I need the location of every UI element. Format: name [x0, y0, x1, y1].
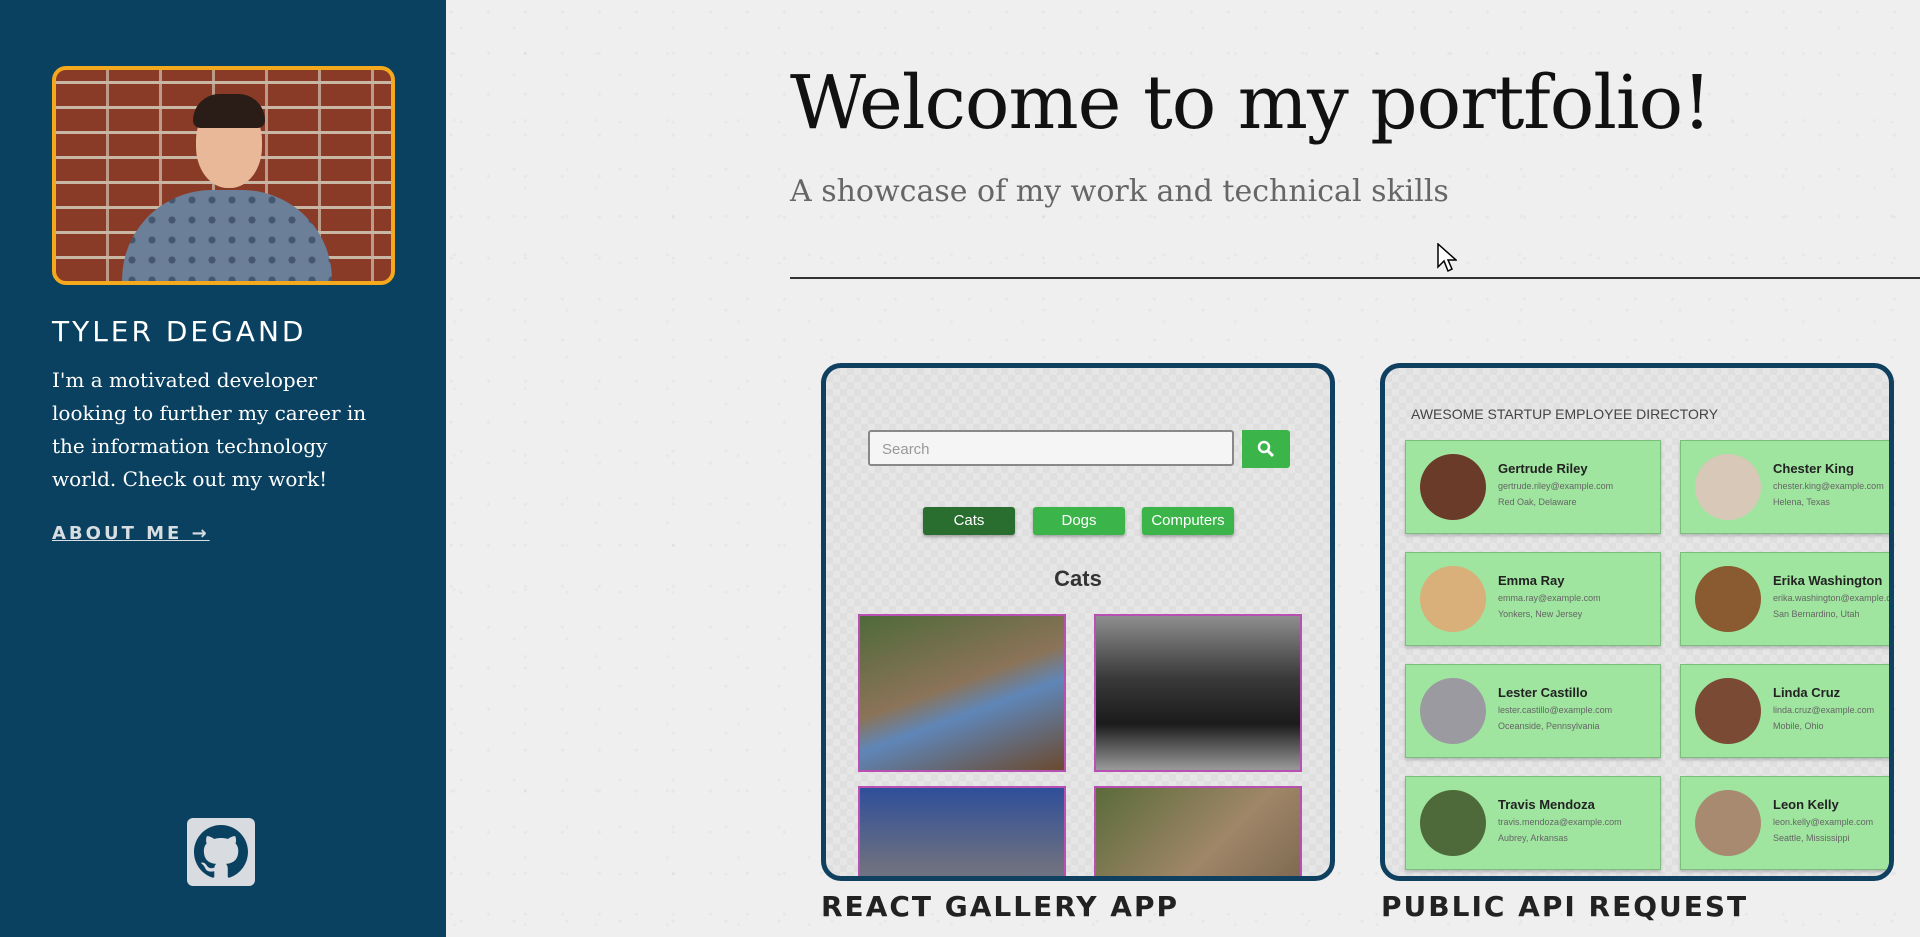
employee-location: Helena, Texas [1773, 497, 1830, 507]
profile-photo [52, 66, 395, 285]
employee-location: Seattle, Mississippi [1773, 833, 1850, 843]
employee-card: Chester King chester.king@example.com He… [1680, 440, 1889, 534]
employee-name: Linda Cruz [1773, 685, 1841, 700]
search-icon [1257, 440, 1275, 458]
mouse-cursor-icon [1437, 243, 1457, 273]
employee-avatar [1420, 566, 1486, 632]
employee-location: San Bernardino, Utah [1773, 609, 1860, 619]
project-card-react-gallery[interactable]: Search Cats Dogs Computers Cats [821, 363, 1335, 881]
employee-location: Oceanside, Pennsylvania [1498, 721, 1600, 731]
profile-name: TYLER DEGAND [52, 315, 307, 348]
employee-card: Emma Ray emma.ray@example.com Yonkers, N… [1405, 552, 1661, 646]
gallery-photo [1094, 786, 1302, 876]
employee-email: leon.kelly@example.com [1773, 817, 1874, 827]
employee-card: Linda Cruz linda.cruz@example.com Mobile… [1680, 664, 1889, 758]
employee-name: Erika Washington [1773, 573, 1883, 588]
employee-email: lester.castillo@example.com [1498, 705, 1613, 715]
employee-location: Red Oak, Delaware [1498, 497, 1577, 507]
employee-avatar [1695, 454, 1761, 520]
project-card-public-api[interactable]: AWESOME STARTUP EMPLOYEE DIRECTORY Gertr… [1380, 363, 1894, 881]
employee-email: gertrude.riley@example.com [1498, 481, 1614, 491]
employee-name: Leon Kelly [1773, 797, 1839, 812]
employee-name: Travis Mendoza [1498, 797, 1595, 812]
gallery-nav-cats: Cats [923, 507, 1015, 535]
gallery-nav-dogs: Dogs [1033, 507, 1125, 535]
employee-card: Gertrude Riley gertrude.riley@example.co… [1405, 440, 1661, 534]
gallery-nav-computers: Computers [1142, 507, 1234, 535]
page-title: Welcome to my portfolio! [790, 60, 1712, 146]
directory-heading: AWESOME STARTUP EMPLOYEE DIRECTORY [1411, 406, 1719, 422]
gallery-search-input: Search [868, 430, 1234, 466]
employee-name: Emma Ray [1498, 573, 1565, 588]
project-title-react-gallery[interactable]: REACT GALLERY APP [821, 890, 1179, 923]
employee-card: Erika Washington erika.washington@exampl… [1680, 552, 1894, 646]
employee-avatar [1420, 454, 1486, 520]
gallery-photo [858, 786, 1066, 876]
gallery-photo [1094, 614, 1302, 772]
employee-email: travis.mendoza@example.com [1498, 817, 1622, 827]
employee-avatar [1695, 678, 1761, 744]
gallery-heading: Cats [1054, 566, 1102, 591]
about-me-link[interactable]: ABOUT ME → [52, 523, 210, 544]
profile-bio: I'm a motivated developer looking to fur… [52, 368, 367, 491]
employee-location: Aubrey, Arkansas [1498, 833, 1568, 843]
employee-email: chester.king@example.com [1773, 481, 1884, 491]
gallery-search-button [1242, 430, 1290, 468]
gallery-photo [858, 614, 1066, 772]
employee-name: Lester Castillo [1498, 685, 1588, 700]
employee-card: Travis Mendoza travis.mendoza@example.co… [1405, 776, 1661, 870]
employee-name: Chester King [1773, 461, 1854, 476]
page-subtitle: A showcase of my work and technical skil… [790, 174, 1449, 209]
divider [790, 277, 1920, 279]
employee-avatar [1695, 566, 1761, 632]
employee-avatar [1420, 790, 1486, 856]
employee-card: Lester Castillo lester.castillo@example.… [1405, 664, 1661, 758]
employee-name: Gertrude Riley [1498, 461, 1588, 476]
employee-avatar [1695, 790, 1761, 856]
sidebar: TYLER DEGAND I'm a motivated developer l… [0, 0, 446, 937]
employee-card: Leon Kelly leon.kelly@example.com Seattl… [1680, 776, 1889, 870]
employee-location: Mobile, Ohio [1773, 721, 1824, 731]
employee-avatar [1420, 678, 1486, 744]
project-title-public-api[interactable]: PUBLIC API REQUEST [1381, 890, 1748, 923]
employee-email: linda.cruz@example.com [1773, 705, 1875, 715]
employee-location: Yonkers, New Jersey [1498, 609, 1583, 619]
employee-email: erika.washington@example.com [1773, 593, 1894, 603]
employee-email: emma.ray@example.com [1498, 593, 1601, 603]
github-icon [194, 825, 248, 878]
github-link[interactable] [187, 818, 255, 886]
